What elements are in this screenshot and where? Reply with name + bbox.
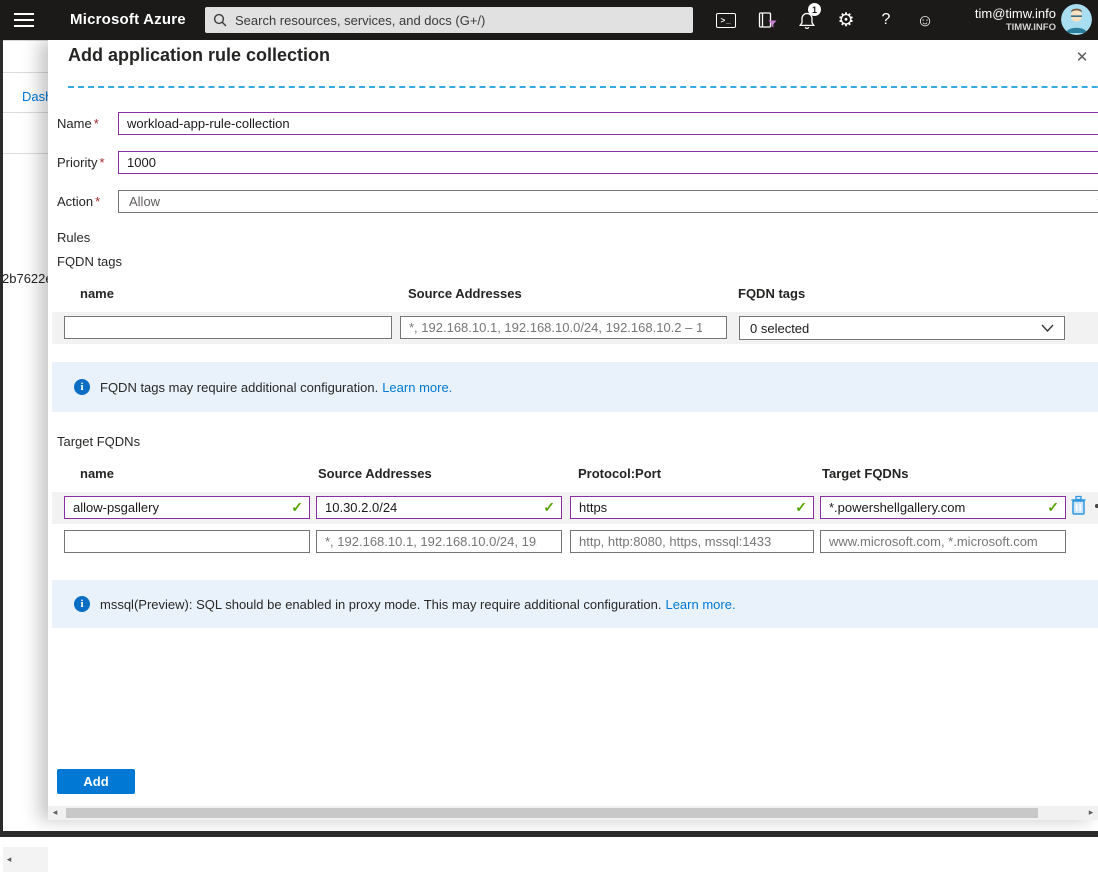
rule-source-field: ✓: [316, 496, 562, 519]
required-mark: *: [93, 116, 99, 131]
divider: [3, 72, 48, 73]
table-row: 0 selected: [52, 312, 1098, 344]
new-rule-protocol-input[interactable]: [570, 530, 814, 553]
breadcrumb-dashboard-link[interactable]: Dashboard: [22, 89, 48, 104]
fqdn-tags-select[interactable]: 0 selected: [739, 316, 1065, 340]
fqdn-tags-heading: FQDN tags: [57, 254, 123, 269]
info-text: mssql(Preview): SQL should be enabled in…: [100, 596, 662, 612]
action-select[interactable]: Allow: [118, 190, 1098, 213]
scroll-left-icon[interactable]: ◂: [50, 807, 60, 818]
resource-id-fragment: 2b7622e: [2, 271, 48, 286]
dashed-separator: [68, 86, 1098, 88]
chevron-down-icon: [1041, 324, 1054, 332]
panel-horizontal-scrollbar[interactable]: ◂ ▸: [48, 806, 1098, 820]
add-application-rule-collection-panel: Add application rule collection ✕ Name * …: [48, 40, 1098, 820]
rule-name-input[interactable]: [64, 496, 310, 519]
cloud-shell-icon[interactable]: >_: [709, 0, 743, 40]
feedback-smiley-icon[interactable]: ☺: [908, 0, 942, 40]
scroll-right-icon[interactable]: ▸: [1086, 807, 1096, 818]
fqdn-source-field: [400, 316, 727, 339]
trash-icon: [1071, 495, 1086, 515]
add-button[interactable]: Add: [57, 769, 135, 794]
info-icon: i: [74, 379, 90, 395]
learn-more-link[interactable]: Learn more.: [382, 380, 452, 395]
scroll-left-icon[interactable]: ◂: [4, 854, 14, 865]
user-email: tim@timw.info: [974, 6, 1056, 21]
rule-source-input[interactable]: [316, 496, 562, 519]
window-bottom-border: [0, 831, 1098, 837]
rules-section-label: Rules: [57, 230, 91, 245]
new-rule-source-field: [316, 530, 562, 553]
required-mark: *: [95, 194, 101, 209]
name-field: ✓: [118, 112, 1098, 135]
fqdn-name-input[interactable]: [64, 316, 392, 339]
column-header-protocol: Protocol:Port: [578, 466, 662, 481]
column-header-name: name: [80, 286, 114, 301]
info-text: FQDN tags may require additional configu…: [100, 379, 379, 395]
notification-count-badge: 1: [808, 3, 821, 16]
new-rule-source-input[interactable]: [316, 530, 562, 553]
search-input[interactable]: [235, 12, 685, 28]
user-tenant: TIMW.INFO: [1005, 22, 1056, 33]
scrollbar-thumb[interactable]: [66, 808, 1038, 818]
divider: [3, 153, 48, 154]
breadcrumb[interactable]: Dashboard: [22, 88, 48, 106]
brand-title: Microsoft Azure: [70, 11, 186, 28]
priority-field: ✓: [118, 151, 1098, 174]
directory-filter-icon[interactable]: [750, 0, 784, 40]
priority-label: Priority *: [57, 155, 105, 170]
global-search[interactable]: [205, 7, 693, 33]
rule-target-field: ✓: [820, 496, 1066, 519]
rule-protocol-input[interactable]: [570, 496, 814, 519]
new-rule-name-input[interactable]: [64, 530, 310, 553]
help-icon[interactable]: ?: [869, 0, 903, 40]
rule-name-field: ✓: [64, 496, 310, 519]
table-row: ✓ ✓ ✓ ✓: [52, 492, 1098, 524]
name-input[interactable]: [118, 112, 1098, 135]
required-mark: *: [99, 155, 105, 170]
mssql-info-banner: i mssql(Preview): SQL should be enabled …: [52, 580, 1098, 628]
rule-protocol-field: ✓: [570, 496, 814, 519]
fqdn-source-input[interactable]: [400, 316, 727, 339]
new-rule-name-field: [64, 530, 310, 553]
search-icon: [213, 13, 227, 27]
close-icon[interactable]: ✕: [1071, 46, 1093, 68]
fqdn-tags-selected-value: 0 selected: [750, 320, 810, 336]
page-title: Add application rule collection: [68, 45, 331, 65]
hamburger-menu-icon[interactable]: [14, 13, 34, 27]
fqdn-tags-info-banner: i FQDN tags may require additional confi…: [52, 362, 1098, 412]
rule-target-input[interactable]: [820, 496, 1066, 519]
learn-more-link[interactable]: Learn more.: [665, 597, 735, 612]
priority-input[interactable]: [118, 151, 1098, 174]
column-header-name: name: [80, 466, 114, 481]
page-horizontal-scrollbar[interactable]: ◂: [3, 847, 48, 872]
column-header-source: Source Addresses: [318, 466, 432, 481]
column-header-source: Source Addresses: [408, 286, 522, 301]
fqdn-name-field: [64, 316, 392, 339]
new-rule-target-input[interactable]: [820, 530, 1066, 553]
new-rule-target-field: [820, 530, 1066, 553]
name-label: Name *: [57, 116, 99, 131]
action-label: Action *: [57, 194, 101, 209]
avatar[interactable]: [1061, 4, 1092, 35]
delete-row-button[interactable]: [1069, 495, 1089, 517]
account-menu[interactable]: tim@timw.info TIMW.INFO: [975, 6, 1056, 34]
notifications-bell-icon[interactable]: 1: [790, 0, 824, 40]
target-fqdns-heading: Target FQDNs: [57, 434, 141, 449]
column-header-target: Target FQDNs: [822, 466, 909, 481]
settings-gear-icon[interactable]: ⚙: [829, 0, 863, 40]
divider: [3, 112, 48, 113]
new-rule-protocol-field: [570, 530, 814, 553]
azure-top-bar: Microsoft Azure >_ 1 ⚙ ? ☺ tim@timw.info: [0, 0, 1098, 40]
window-left-border: [0, 40, 3, 837]
info-icon: i: [74, 596, 90, 612]
action-selected-value: Allow: [129, 194, 161, 209]
column-header-fqdn-tags: FQDN tags: [738, 286, 806, 301]
